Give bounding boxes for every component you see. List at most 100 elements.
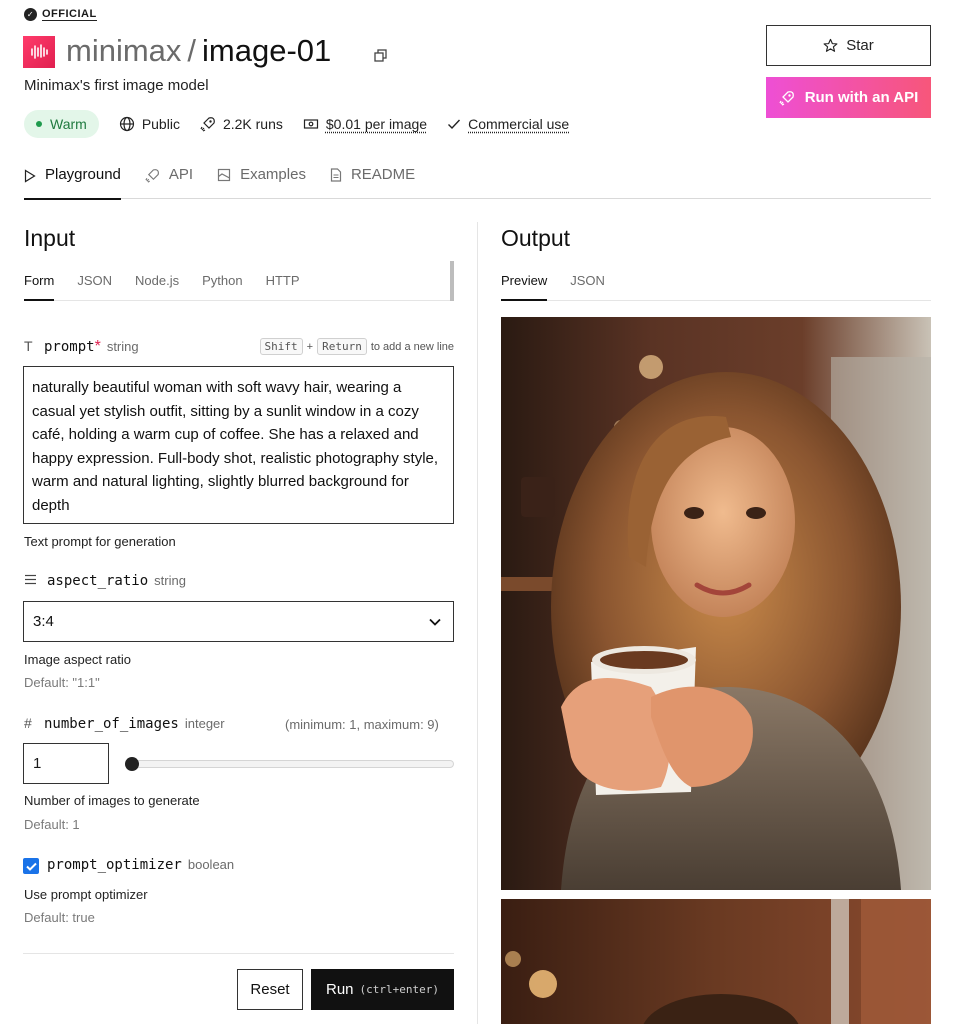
prompt-textarea[interactable]: naturally beautiful woman with soft wavy… — [23, 366, 454, 524]
price-item[interactable]: $0.01 per image — [303, 116, 427, 132]
slider-thumb[interactable] — [125, 757, 139, 771]
input-title: Input — [24, 225, 76, 251]
status-label: Warm — [50, 116, 87, 132]
model-meta-row: Warm Public 2.2K runs $0.01 per image Co… — [24, 110, 569, 138]
chevron-down-icon — [429, 618, 441, 626]
tab-examples-label: Examples — [240, 166, 306, 183]
prompt-field-name: prompt — [44, 339, 95, 355]
reset-button[interactable]: Reset — [237, 969, 303, 1010]
star-label: Star — [846, 37, 874, 54]
number-of-images-range: (minimum: 1, maximum: 9) — [285, 717, 439, 732]
prompt-optimizer-help: Use prompt optimizer — [24, 887, 148, 902]
price-label[interactable]: $0.01 per image — [326, 116, 427, 132]
rocket-icon — [145, 169, 159, 183]
aspect-ratio-label: aspect_ratio string — [24, 573, 186, 589]
prompt-optimizer-checkbox[interactable] — [23, 858, 39, 874]
rocket-icon — [779, 90, 794, 106]
run-shortcut: (ctrl+enter) — [359, 983, 439, 996]
output-title: Output — [501, 225, 571, 251]
prompt-optimizer-default: Default: true — [24, 910, 95, 925]
output-image-2[interactable] — [501, 899, 931, 1024]
title-separator: / — [187, 33, 197, 68]
input-tabs: Form JSON Node.js Python HTTP — [24, 273, 450, 301]
prompt-help: Text prompt for generation — [24, 534, 176, 549]
number-of-images-slider[interactable] — [127, 760, 454, 768]
star-button[interactable]: Star — [766, 25, 931, 66]
license-item[interactable]: Commercial use — [447, 116, 569, 132]
tab-examples[interactable]: Examples — [217, 163, 306, 199]
model-owner-link[interactable]: minimax — [66, 33, 181, 69]
model-title: minimax / image-01 — [66, 33, 331, 69]
aspect-ratio-field-name: aspect_ratio — [47, 573, 149, 589]
status-dot-icon — [36, 121, 42, 127]
newline-hint-text: to add a new line — [370, 340, 454, 353]
aspect-ratio-select[interactable]: 3:4 — [23, 601, 454, 642]
input-tab-json[interactable]: JSON — [77, 273, 112, 300]
model-name: image-01 — [202, 33, 332, 68]
examples-icon — [217, 168, 231, 182]
form-footer-divider — [23, 953, 454, 954]
run-with-api-label: Run with an API — [804, 89, 919, 106]
run-button[interactable]: Run (ctrl+enter) — [311, 969, 454, 1010]
model-logo — [23, 36, 55, 68]
scrollbar-thumb[interactable] — [450, 261, 454, 301]
column-divider — [477, 222, 478, 1024]
run-label: Run — [325, 981, 354, 998]
verified-icon: ✓ — [24, 8, 37, 21]
copy-icon[interactable] — [374, 49, 387, 62]
number-of-images-input[interactable]: 1 — [23, 743, 109, 784]
visibility-item: Public — [119, 116, 180, 132]
tab-readme[interactable]: README — [330, 163, 415, 199]
output-image[interactable] — [501, 317, 931, 890]
number-of-images-default: Default: 1 — [24, 817, 80, 832]
aspect-ratio-help: Image aspect ratio — [24, 652, 131, 667]
prompt-label: T prompt * string — [24, 338, 139, 356]
newline-hint: Shift + Return to add a new line — [259, 338, 454, 355]
official-badge: ✓ OFFICIAL — [24, 8, 97, 21]
tab-playground[interactable]: Playground — [24, 163, 121, 200]
globe-icon — [119, 116, 134, 132]
output-tab-preview[interactable]: Preview — [501, 273, 548, 301]
runs-label: 2.2K runs — [222, 116, 283, 132]
check-icon — [448, 119, 461, 130]
generated-photo — [501, 317, 931, 890]
prompt-optimizer-field-type: boolean — [187, 857, 235, 872]
prompt-field-type: string — [106, 339, 139, 354]
aspect-ratio-default: Default: "1:1" — [24, 675, 100, 690]
return-key: Return — [317, 338, 367, 355]
tab-readme-label: README — [350, 166, 416, 183]
plus-sign: + — [306, 340, 314, 353]
run-with-api-button[interactable]: Run with an API — [766, 77, 931, 118]
visibility-label: Public — [141, 116, 180, 132]
number-of-images-help: Number of images to generate — [24, 793, 200, 808]
rocket-icon — [200, 117, 215, 132]
text-type-icon: T — [24, 338, 33, 354]
input-tab-python[interactable]: Python — [202, 273, 242, 300]
aspect-ratio-field-type: string — [154, 573, 186, 588]
star-icon — [823, 38, 838, 52]
input-tab-http[interactable]: HTTP — [266, 273, 300, 300]
number-type-icon: # — [24, 715, 32, 731]
generated-photo-2 — [501, 899, 931, 1024]
prompt-optimizer-field-name: prompt_optimizer — [47, 857, 182, 873]
shift-key: Shift — [259, 338, 303, 355]
checkmark-icon — [25, 862, 37, 871]
number-of-images-field-type: integer — [184, 716, 225, 731]
number-of-images-field-name: number_of_images — [44, 716, 179, 732]
tab-playground-label: Playground — [45, 166, 121, 183]
aspect-ratio-value: 3:4 — [33, 613, 54, 630]
input-tab-form[interactable]: Form — [24, 273, 55, 301]
required-mark: * — [94, 338, 101, 355]
output-tabs: Preview JSON — [501, 273, 931, 301]
license-label[interactable]: Commercial use — [468, 116, 569, 132]
tab-api-label: API — [168, 166, 194, 183]
output-tab-json[interactable]: JSON — [570, 273, 605, 300]
tab-api[interactable]: API — [145, 163, 193, 199]
official-label: OFFICIAL — [42, 8, 97, 21]
document-icon — [330, 168, 342, 182]
list-icon — [25, 574, 36, 585]
number-of-images-label: # number_of_images integer — [24, 715, 225, 732]
prompt-optimizer-label: prompt_optimizer boolean — [47, 857, 234, 873]
runs-item: 2.2K runs — [200, 116, 283, 132]
input-tab-nodejs[interactable]: Node.js — [135, 273, 179, 300]
